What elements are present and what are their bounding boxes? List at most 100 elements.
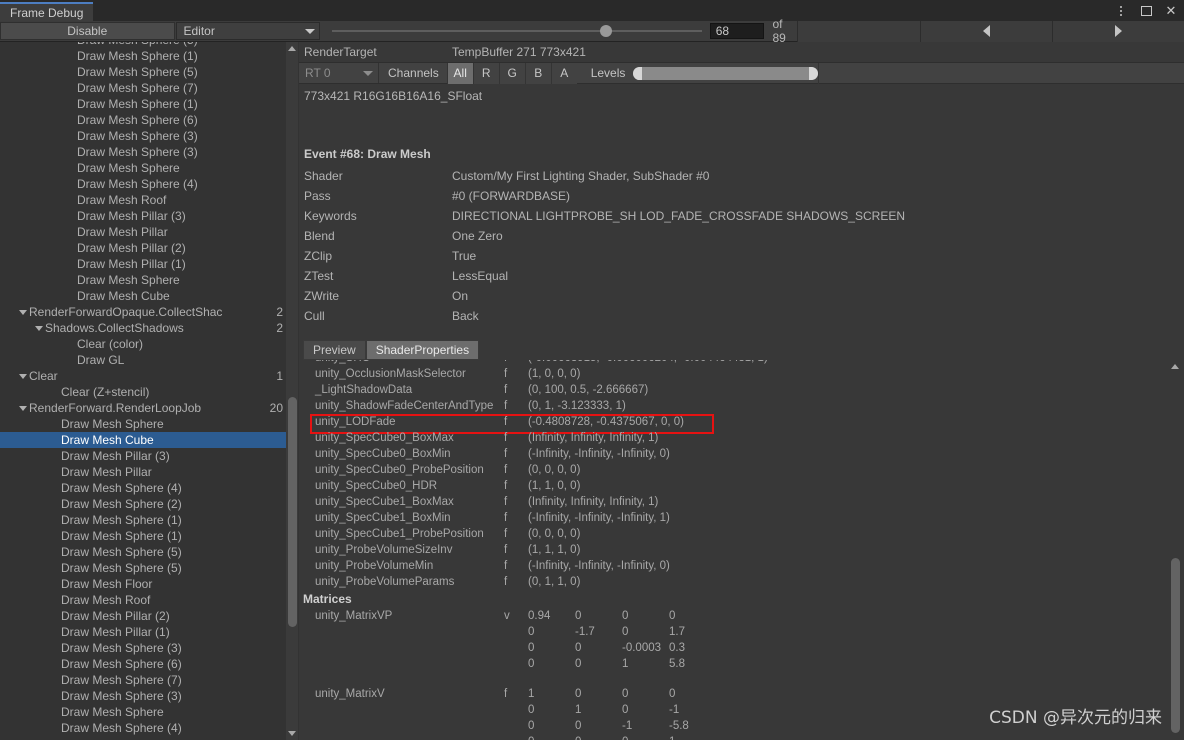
- tree-row[interactable]: Clear (color): [0, 336, 287, 352]
- event-detail-panel: RenderTarget TempBuffer 271 773x421 RT 0…: [299, 42, 1184, 740]
- tab-preview[interactable]: Preview: [303, 340, 366, 360]
- event-info-value: LessEqual: [452, 269, 509, 283]
- shader-properties-scrollbar[interactable]: [1169, 360, 1182, 740]
- channel-button-a[interactable]: A: [550, 62, 577, 84]
- tree-expand-arrow-icon[interactable]: [16, 405, 29, 411]
- maximize-icon[interactable]: [1139, 4, 1153, 18]
- event-total-label: of 89: [772, 17, 786, 45]
- tree-row[interactable]: Draw Mesh Sphere (3): [0, 144, 287, 160]
- matrix-cell: 0: [575, 720, 582, 732]
- shader-property-value: (Infinity, Infinity, Infinity, 1): [528, 432, 659, 444]
- channel-button-g[interactable]: G: [498, 62, 525, 84]
- shader-property-type: f: [504, 496, 508, 508]
- tree-row[interactable]: Draw Mesh Sphere (1): [0, 48, 287, 64]
- tree-row[interactable]: Draw Mesh Sphere (2): [0, 496, 287, 512]
- shader-property-value: (-0.4808728, -0.4375067, 0, 0): [528, 416, 685, 428]
- event-tree-scrollbar-thumb[interactable]: [288, 397, 297, 627]
- channel-button-r[interactable]: R: [472, 62, 499, 84]
- tree-row[interactable]: Draw Mesh Sphere (4): [0, 176, 287, 192]
- tree-row[interactable]: Draw Mesh Sphere (3): [0, 640, 287, 656]
- channel-button-all[interactable]: All: [446, 62, 473, 84]
- tree-row[interactable]: Draw Mesh Sphere (1): [0, 528, 287, 544]
- prev-event-button[interactable]: [920, 20, 1052, 42]
- channel-button-b[interactable]: B: [524, 62, 551, 84]
- tree-row-label: Draw Mesh Roof: [77, 193, 167, 207]
- levels-max-handle[interactable]: [809, 66, 819, 80]
- tree-row[interactable]: Draw Mesh Pillar (2): [0, 608, 287, 624]
- tree-row[interactable]: Draw Mesh Roof: [0, 592, 287, 608]
- tree-row[interactable]: Draw Mesh Roof: [0, 192, 287, 208]
- rendertarget-value: TempBuffer 271 773x421: [452, 45, 586, 59]
- tree-row[interactable]: Draw Mesh Sphere: [0, 160, 287, 176]
- tree-row[interactable]: Draw Mesh Sphere (4): [0, 720, 287, 736]
- tree-row[interactable]: Draw Mesh Cube: [0, 432, 287, 448]
- frame-debugger-window: Frame Debug ✕ Disable Editor 68 of 89 Dr…: [0, 0, 1184, 740]
- shader-property-value: (0, 1, 1, 0): [528, 576, 581, 588]
- tree-row[interactable]: RenderForwardOpaque.CollectShac 2: [0, 304, 287, 320]
- tree-row[interactable]: Draw Mesh Sphere (5): [0, 560, 287, 576]
- tab-frame-debug[interactable]: Frame Debug: [0, 2, 94, 22]
- window-tab-strip: Frame Debug: [0, 0, 94, 22]
- tab-shaderproperties[interactable]: ShaderProperties: [365, 340, 480, 360]
- tree-row[interactable]: Draw GL: [0, 352, 287, 368]
- tree-row-label: Draw Mesh Sphere (3): [61, 641, 182, 655]
- tree-row[interactable]: Draw Mesh Sphere (3): [0, 128, 287, 144]
- shader-property-row: unity_SpecCube1_ProbePosition f (0, 0, 0, …: [299, 526, 1167, 542]
- levels-min-handle[interactable]: [633, 66, 643, 80]
- tree-row-label: Draw Mesh Sphere (6): [61, 657, 182, 671]
- tree-row[interactable]: Draw Mesh Sphere (3): [0, 688, 287, 704]
- scroll-up-icon[interactable]: [1169, 360, 1181, 373]
- tree-row[interactable]: Draw Mesh Sphere (6): [0, 112, 287, 128]
- event-tree-scrollbar[interactable]: [286, 42, 298, 740]
- tree-row[interactable]: Clear 1: [0, 368, 287, 384]
- tree-row[interactable]: RenderForward.RenderLoopJob 20: [0, 400, 287, 416]
- shader-properties-scrollbar-thumb[interactable]: [1171, 558, 1180, 733]
- disable-button[interactable]: Disable: [0, 22, 175, 40]
- tree-row[interactable]: Shadows.CollectShadows 2: [0, 320, 287, 336]
- tree-row[interactable]: Draw Mesh Pillar: [0, 464, 287, 480]
- next-event-button[interactable]: [1052, 20, 1184, 42]
- shader-property-row: unity_SpecCube0_HDR f (1, 1, 0, 0): [299, 478, 1167, 494]
- tree-row-label: Draw Mesh Pillar (3): [77, 209, 186, 223]
- shader-property-name: unity_ShadowFadeCenterAndType: [315, 400, 494, 412]
- tree-row[interactable]: Draw Mesh Pillar (3): [0, 208, 287, 224]
- shader-property-name: unity_LODFade: [315, 416, 396, 428]
- tree-row[interactable]: Draw Mesh Sphere (7): [0, 80, 287, 96]
- tree-row[interactable]: Draw Mesh Sphere (7): [0, 672, 287, 688]
- tree-row[interactable]: Draw Mesh Sphere: [0, 416, 287, 432]
- tree-expand-arrow-icon[interactable]: [32, 325, 45, 331]
- event-index-input[interactable]: 68: [709, 23, 764, 39]
- tree-row[interactable]: Draw Mesh Sphere: [0, 272, 287, 288]
- tree-row[interactable]: Draw Mesh Floor: [0, 576, 287, 592]
- tree-row[interactable]: Draw Mesh Sphere (5): [0, 64, 287, 80]
- tree-row-label: Draw Mesh Sphere (3): [77, 129, 198, 143]
- tree-row[interactable]: Draw Mesh Pillar (1): [0, 624, 287, 640]
- tree-row[interactable]: Draw Mesh Pillar (1): [0, 256, 287, 272]
- tree-row[interactable]: Clear (Z+stencil): [0, 384, 287, 400]
- tree-expand-arrow-icon[interactable]: [16, 309, 29, 315]
- shader-property-type: f: [504, 448, 508, 460]
- tree-row[interactable]: Draw Mesh Sphere (4): [0, 480, 287, 496]
- tree-row[interactable]: Draw Mesh Pillar: [0, 224, 287, 240]
- tree-row[interactable]: Draw Mesh Sphere (5): [0, 544, 287, 560]
- scroll-up-icon[interactable]: [286, 42, 298, 55]
- tree-row[interactable]: Draw Mesh Pillar (2): [0, 240, 287, 256]
- tree-row[interactable]: Draw Mesh Pillar (3): [0, 448, 287, 464]
- tree-row[interactable]: Draw Mesh Sphere (1): [0, 512, 287, 528]
- close-icon[interactable]: ✕: [1164, 4, 1178, 18]
- tree-row[interactable]: Draw Mesh Sphere: [0, 704, 287, 720]
- event-slider-knob[interactable]: [599, 25, 612, 37]
- tree-row[interactable]: Draw Mesh Sphere (1): [0, 96, 287, 112]
- scroll-down-icon[interactable]: [286, 727, 298, 740]
- rt-select-dropdown[interactable]: RT 0: [299, 63, 379, 83]
- tree-expand-arrow-icon[interactable]: [16, 373, 29, 379]
- kebab-menu-icon[interactable]: [1114, 4, 1128, 18]
- shader-property-row: unity_SpecCube1_BoxMin f (-Infinity, -Infi…: [299, 510, 1167, 526]
- target-dropdown[interactable]: Editor: [175, 22, 320, 40]
- tree-row[interactable]: Draw Mesh Cube: [0, 288, 287, 304]
- event-slider[interactable]: [331, 22, 702, 40]
- window-titlebar: Frame Debug ✕: [0, 0, 1184, 22]
- tree-row[interactable]: Draw Mesh Sphere (6): [0, 656, 287, 672]
- shader-property-type: f: [504, 560, 508, 572]
- levels-range-slider[interactable]: [633, 66, 819, 80]
